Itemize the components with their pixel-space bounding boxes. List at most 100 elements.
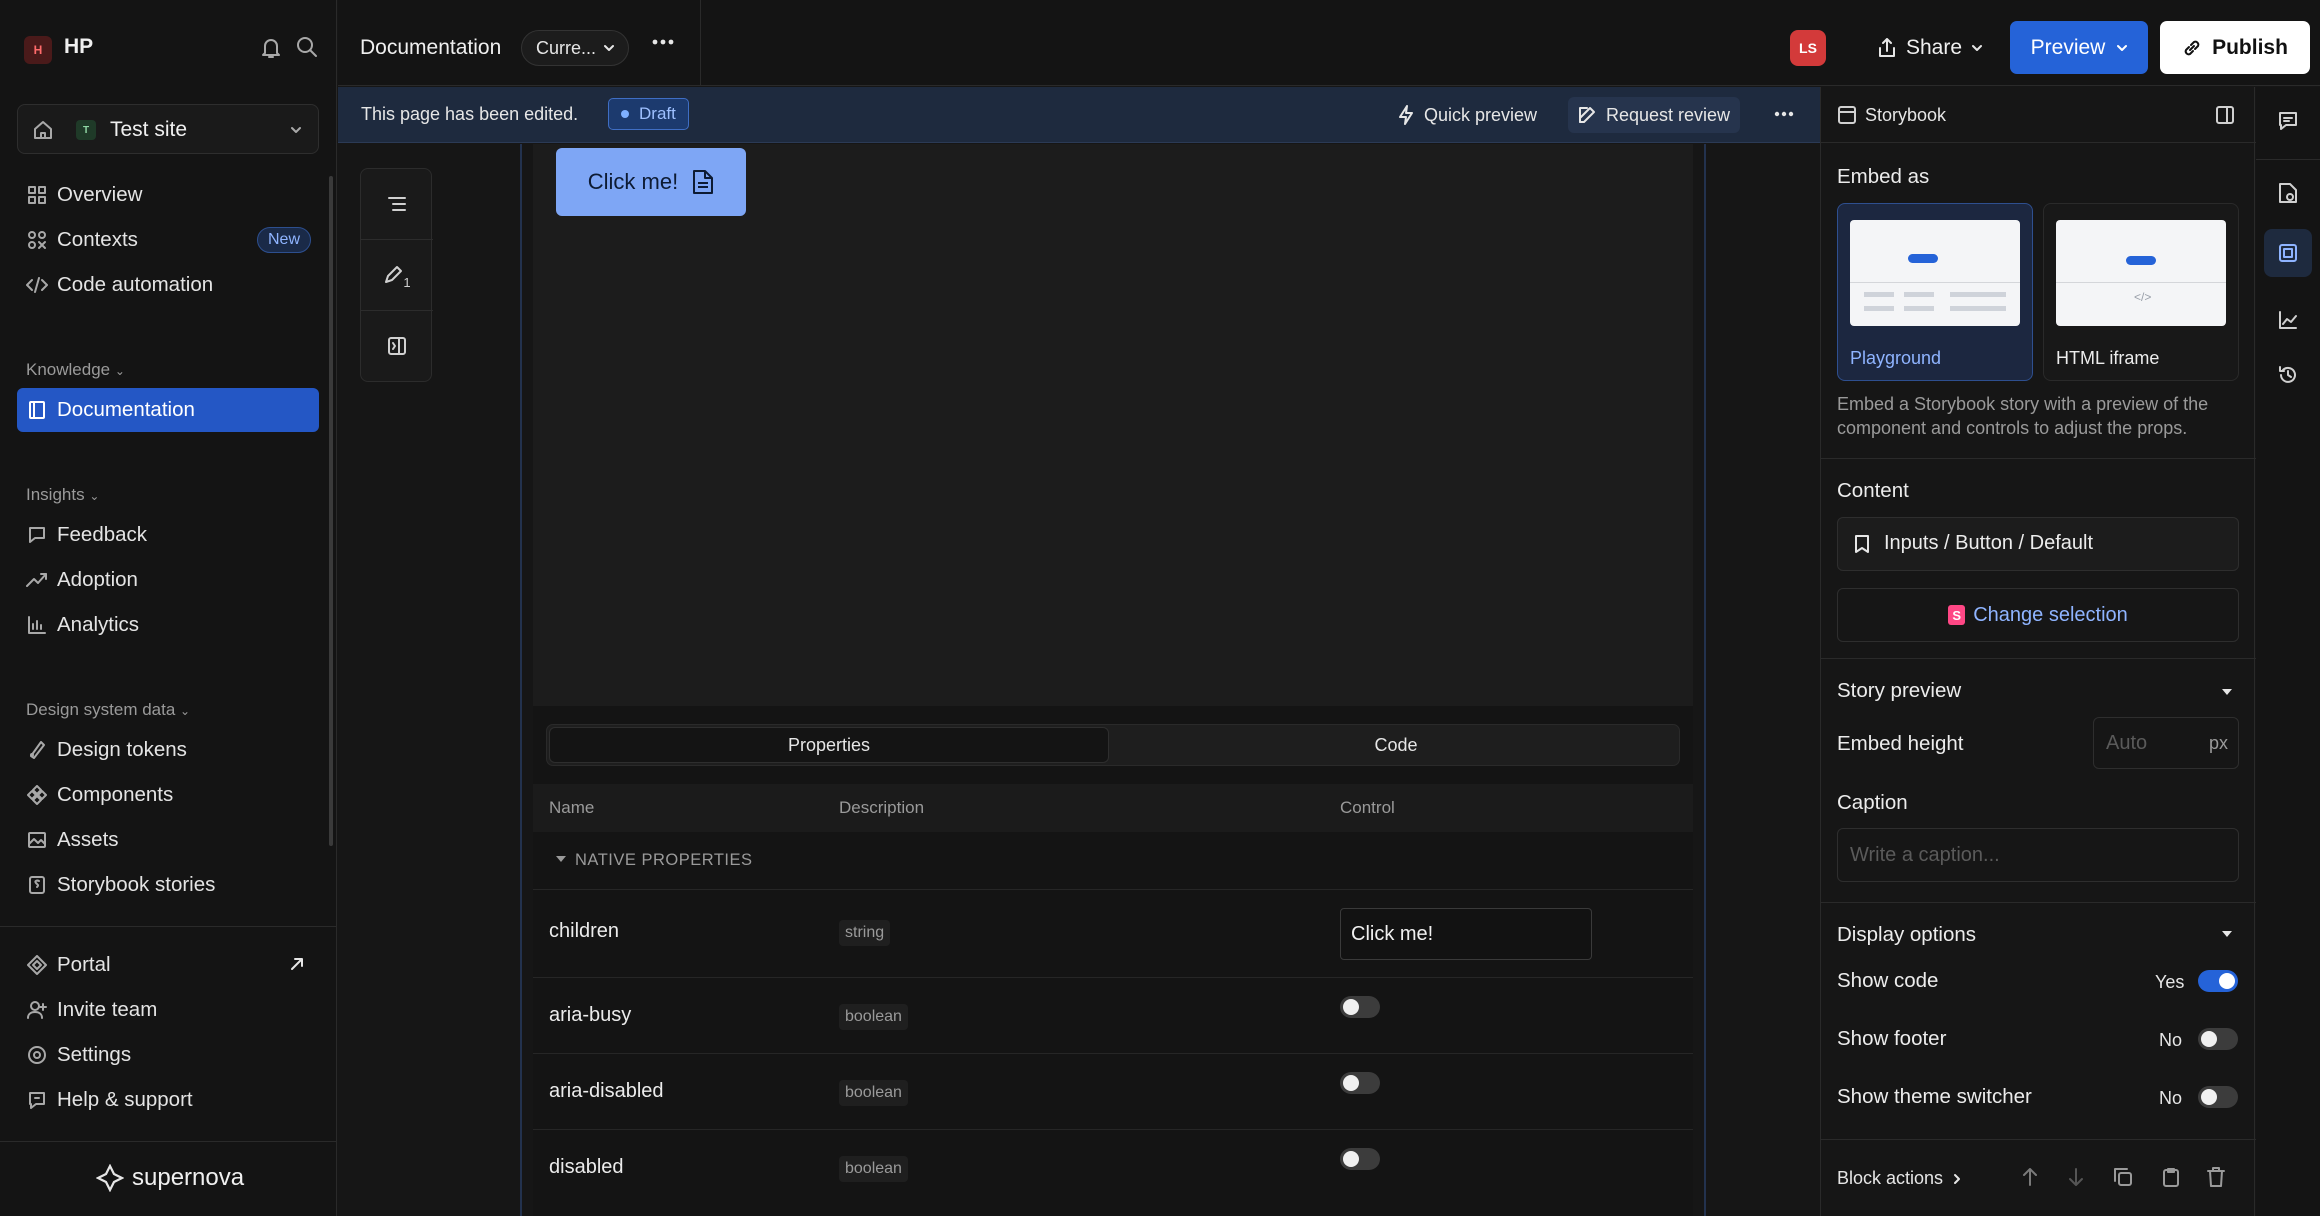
caret-down-icon[interactable]: [2221, 687, 2233, 697]
show-theme-switcher-toggle[interactable]: [2198, 1086, 2238, 1108]
outline-button[interactable]: [361, 169, 433, 239]
show-theme-switcher-value: No: [2159, 1088, 2183, 1108]
section-insights[interactable]: Insights ⌄: [26, 485, 99, 505]
change-selection-button[interactable]: S Change selection: [1837, 588, 2239, 642]
change-selection-label: Change selection: [1973, 603, 2128, 626]
aria-busy-toggle[interactable]: [1340, 996, 1380, 1018]
supernova-logo[interactable]: supernova: [96, 1164, 244, 1192]
block-icon: [2278, 243, 2298, 263]
supernova-logo-icon: [96, 1164, 124, 1192]
nav-help-support[interactable]: Help & support: [17, 1078, 319, 1122]
embed-height-input[interactable]: Auto px: [2093, 717, 2239, 769]
chevron-down-icon: [1972, 44, 1983, 52]
display-options-label: Display options: [1837, 923, 1977, 946]
column-header: Name: [549, 798, 595, 817]
comment-icon: [2278, 111, 2298, 131]
story-click-button[interactable]: Click me!: [556, 148, 746, 216]
history-icon: [2278, 365, 2298, 385]
block-settings-button[interactable]: [2264, 229, 2312, 277]
comments-button[interactable]: [2264, 97, 2312, 145]
workspace-badge[interactable]: H: [24, 36, 52, 64]
tab-properties[interactable]: Properties: [549, 727, 1109, 763]
storybook-logo-icon: S: [1948, 605, 1966, 625]
nav-invite-team[interactable]: Invite team: [17, 988, 319, 1032]
thumb-divider: [2056, 282, 2226, 283]
nav-code-automation[interactable]: Code automation: [17, 263, 319, 307]
nav-feedback[interactable]: Feedback: [17, 513, 319, 557]
embed-option-html-iframe[interactable]: </> HTML iframe: [2043, 203, 2239, 381]
divider: [1821, 658, 2256, 659]
nav-documentation[interactable]: Documentation: [17, 388, 319, 432]
panel-header: Storybook: [1821, 87, 2256, 143]
property-group[interactable]: NATIVE PROPERTIES: [533, 832, 1693, 890]
draft-badge[interactable]: Draft: [608, 98, 689, 130]
nav-analytics[interactable]: Analytics: [17, 603, 319, 647]
pencil-icon: [383, 265, 403, 285]
nav-settings[interactable]: Settings: [17, 1033, 319, 1077]
collapse-panel-icon[interactable]: [2215, 105, 2235, 125]
publish-button[interactable]: Publish: [2160, 21, 2310, 74]
thumb-line: [1950, 306, 2006, 311]
trash-icon[interactable]: [2207, 1167, 2225, 1187]
top-bar: Documentation Curre... LS Share Preview …: [338, 0, 2320, 86]
publish-label: Publish: [2212, 35, 2288, 59]
storybook-icon: [17, 875, 57, 895]
edits-button[interactable]: 1: [361, 240, 433, 310]
nav-label: Overview: [57, 183, 143, 206]
site-name: Test site: [110, 118, 188, 141]
sidebar-icon: [387, 336, 407, 356]
show-footer-toggle[interactable]: [2198, 1028, 2238, 1050]
nav-contexts[interactable]: Contexts New: [17, 218, 319, 262]
sidebar-scrollbar[interactable]: [329, 176, 333, 846]
bell-icon[interactable]: [260, 36, 282, 60]
embed-option-label: HTML iframe: [2056, 348, 2160, 368]
section-design-system-data[interactable]: Design system data ⌄: [26, 700, 190, 720]
children-input[interactable]: Click me!: [1340, 908, 1592, 960]
more-icon[interactable]: [652, 38, 674, 46]
embed-option-playground[interactable]: Playground: [1837, 203, 2033, 381]
preview-button[interactable]: Preview: [2010, 21, 2148, 74]
move-down-icon[interactable]: [2067, 1167, 2085, 1187]
aria-disabled-toggle[interactable]: [1340, 1072, 1380, 1094]
section-knowledge[interactable]: Knowledge ⌄: [26, 360, 125, 380]
story-path-field[interactable]: Inputs / Button / Default: [1837, 517, 2239, 571]
share-button[interactable]: Share: [1862, 23, 1998, 73]
nav-design-tokens[interactable]: Design tokens: [17, 728, 319, 772]
nav-portal[interactable]: Portal: [17, 943, 319, 987]
more-icon[interactable]: [1774, 111, 1794, 117]
nav-label: Components: [57, 783, 174, 806]
help-icon: [17, 1090, 57, 1110]
thumb-line: [1864, 292, 1894, 297]
nav-label: Assets: [57, 828, 119, 851]
caption-placeholder: Write a caption...: [1850, 844, 2000, 866]
type-badge: boolean: [839, 1004, 908, 1030]
nav-adoption[interactable]: Adoption: [17, 558, 319, 602]
show-code-toggle[interactable]: [2198, 970, 2238, 992]
version-selector[interactable]: Curre...: [521, 30, 630, 66]
request-review-button[interactable]: Request review: [1568, 97, 1741, 133]
quick-preview-button[interactable]: Quick preview: [1388, 97, 1547, 133]
story-preview: [533, 144, 1693, 706]
block-actions-menu[interactable]: Block actions: [1837, 1168, 1961, 1189]
panel-toggle-button[interactable]: [361, 311, 433, 381]
page-settings-button[interactable]: [2264, 169, 2312, 217]
caret-down-icon[interactable]: [2221, 929, 2233, 939]
history-button[interactable]: [2264, 351, 2312, 399]
avatar[interactable]: LS: [1790, 30, 1826, 66]
caption-input[interactable]: Write a caption...: [1837, 828, 2239, 882]
nav-components[interactable]: Components: [17, 773, 319, 817]
move-up-icon[interactable]: [2021, 1167, 2039, 1187]
page-analytics-button[interactable]: [2264, 296, 2312, 344]
search-icon[interactable]: [296, 36, 318, 58]
tab-code[interactable]: Code: [1115, 727, 1677, 763]
lightning-icon: [1398, 105, 1414, 125]
page-settings-icon: [2278, 182, 2298, 204]
nav-storybook-stories[interactable]: Storybook stories: [17, 863, 319, 907]
workspace-name[interactable]: HP: [64, 35, 93, 59]
disabled-toggle[interactable]: [1340, 1148, 1380, 1170]
duplicate-icon[interactable]: [2113, 1167, 2133, 1187]
nav-assets[interactable]: Assets: [17, 818, 319, 862]
site-selector[interactable]: T Test site: [17, 104, 319, 154]
nav-overview[interactable]: Overview: [17, 173, 319, 217]
clipboard-icon[interactable]: [2161, 1167, 2181, 1187]
